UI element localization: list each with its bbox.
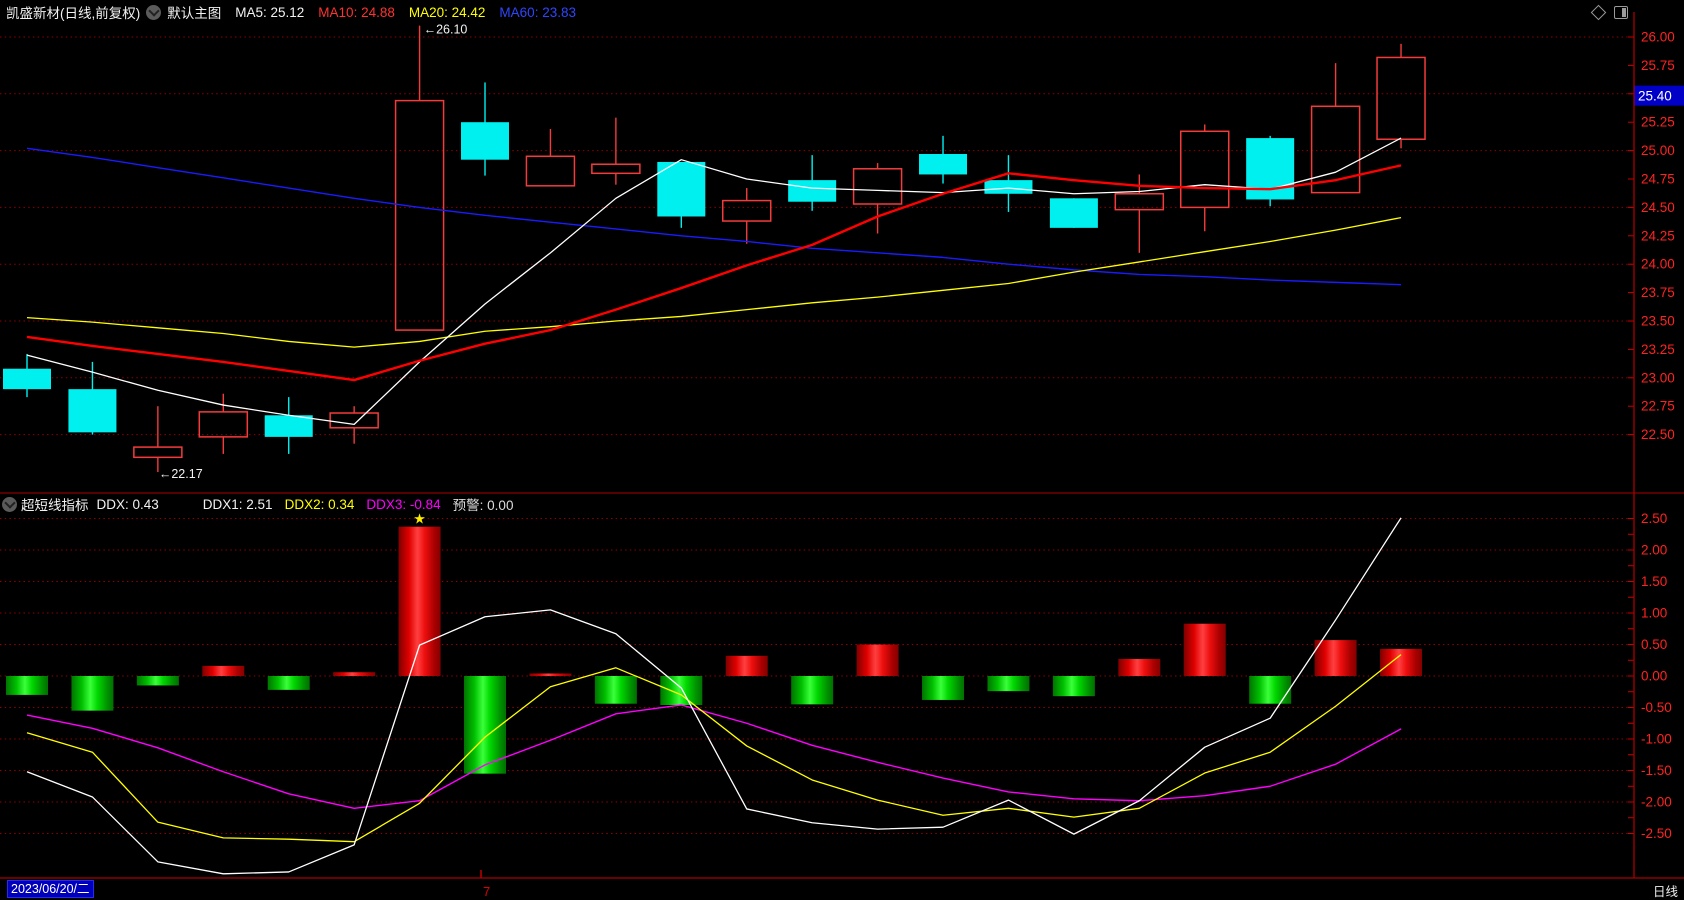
candle [1049, 198, 1098, 228]
split-pane-icon[interactable] [1614, 5, 1628, 19]
ddx-bar [6, 676, 48, 695]
ddx-value: DDX: 0.43 [96, 496, 159, 512]
ma-line-ma10 [26, 164, 1402, 382]
period-label[interactable]: 日线 [1653, 881, 1678, 900]
candle [1246, 135, 1295, 207]
ddx-bar [1052, 676, 1095, 697]
ma20-label: MA20: 24.42 [408, 4, 486, 20]
value-axis-label: -0.50 [1641, 700, 1672, 715]
chevron-down-icon[interactable] [146, 4, 162, 20]
collapse-chevron-icon[interactable] [2, 496, 17, 512]
candle [198, 393, 249, 454]
candle [1310, 63, 1361, 194]
ddx-bar [856, 644, 899, 676]
ddx-bar [660, 676, 703, 705]
candle [788, 155, 837, 211]
ddx-bar [1314, 640, 1357, 676]
ddx-bar [987, 676, 1030, 692]
diamond-icon[interactable] [1590, 4, 1607, 20]
candle [525, 129, 576, 187]
value-axis-label: -2.50 [1641, 826, 1672, 841]
ddx-indicator-panel: 2.50 2.00 1.50 1.00 0.50 0.00 -0.50 -1.00 -1.50 -… [0, 511, 1672, 899]
value-axis-label: -1.50 [1641, 763, 1672, 778]
ddx-bar [136, 676, 179, 686]
value-axis-label: 0.00 [1641, 669, 1667, 684]
price-axis-label: 23.75 [1641, 285, 1675, 300]
price-axis-label: 24.75 [1641, 172, 1675, 187]
ddx-header: 超短线指标 DDX: 0.43 DDX1: 2.51 DDX2: 0.34 DD… [2, 494, 513, 514]
ddx-bar [1183, 623, 1226, 676]
candle [1376, 43, 1426, 149]
ddx2-value: DDX2: 0.34 [284, 496, 355, 512]
ddx-bar [529, 673, 572, 676]
price-axis-label: 23.25 [1641, 342, 1675, 357]
price-axis-label: 22.75 [1641, 399, 1675, 414]
ddx-line-ddx1 [26, 517, 1402, 875]
price-axis-label: 25.25 [1641, 115, 1675, 130]
ddx3-value: DDX3: -0.84 [366, 496, 441, 512]
price-axis-label: 23.00 [1641, 370, 1675, 385]
candle [461, 82, 510, 176]
ma-line-ma20 [26, 216, 1402, 348]
ddx-bar [791, 676, 834, 705]
ddx-bar [725, 655, 768, 676]
high-annotation: ←26.10 [424, 23, 468, 37]
candle [919, 135, 968, 184]
ma5-label: MA5: 25.12 [235, 4, 305, 20]
candle [68, 361, 117, 435]
value-axis-label: 1.50 [1641, 574, 1667, 589]
current-price-text: 25.40 [1638, 89, 1672, 104]
ma-line-ma5 [26, 137, 1402, 426]
ma10-label: MA10: 24.88 [318, 4, 395, 20]
price-axis-label: 26.00 [1641, 30, 1675, 45]
value-axis-label: 0.50 [1641, 637, 1667, 652]
stock-chart-canvas: 26.0025.7525.5025.2525.0024.7524.5024.25… [0, 12, 1684, 899]
ddx-bar [398, 526, 441, 676]
chart-frame [0, 12, 1684, 879]
ddx-bar [71, 676, 114, 711]
candle [3, 353, 51, 398]
symbol-title[interactable]: 凯盛新材(日线,前复权) [6, 2, 140, 22]
ddx-bar [1380, 648, 1423, 676]
price-axis-label: 22.50 [1641, 427, 1675, 442]
price-axis-label: 24.00 [1641, 257, 1675, 272]
indicator-name[interactable]: 超短线指标 [21, 494, 89, 514]
price-axis-label: 24.25 [1641, 228, 1675, 243]
date-badge: 2023/06/20/二 [7, 880, 94, 898]
ddx-bar [333, 672, 376, 676]
ddx-bar [594, 676, 637, 704]
ma60-label: MA60: 23.83 [499, 4, 576, 20]
candle [1179, 124, 1230, 232]
candle [264, 397, 313, 454]
candle [657, 161, 706, 228]
ddx-bar [1118, 658, 1161, 676]
candle [984, 155, 1033, 212]
ddx-bar [202, 665, 245, 676]
candle [133, 406, 183, 473]
value-axis-label: -2.00 [1641, 795, 1672, 810]
price-axis-label: 25.00 [1641, 143, 1675, 158]
alert-value: 预警: 0.00 [452, 498, 514, 513]
candle [721, 188, 772, 244]
main-candle-panel: 26.0025.7525.5025.2525.0024.7524.5024.25… [0, 23, 1684, 481]
price-axis-label: 25.75 [1641, 58, 1675, 73]
main-layout-button[interactable]: 默认主图 [167, 2, 221, 22]
price-axis-label: 23.50 [1641, 314, 1675, 329]
low-annotation: ←22.17 [159, 467, 203, 481]
ddx-bar [1249, 676, 1292, 704]
ddx-bar [267, 676, 310, 690]
value-axis-label: 2.00 [1641, 543, 1667, 558]
price-axis-label: 24.50 [1641, 200, 1675, 215]
ddx-bar [922, 676, 965, 700]
ddx1-value: DDX1: 2.51 [202, 496, 273, 512]
candle [394, 25, 445, 331]
candle [591, 117, 641, 185]
title-bar: 凯盛新材(日线,前复权) 默认主图 MA5: 25.12 MA10: 24.88… [0, 0, 1684, 24]
value-axis-label: 1.00 [1641, 606, 1667, 621]
value-axis-label: -1.00 [1641, 732, 1672, 747]
value-axis-label: 2.50 [1641, 511, 1667, 526]
time-axis-bar: 2023/06/20/二 日线 [0, 878, 1684, 900]
